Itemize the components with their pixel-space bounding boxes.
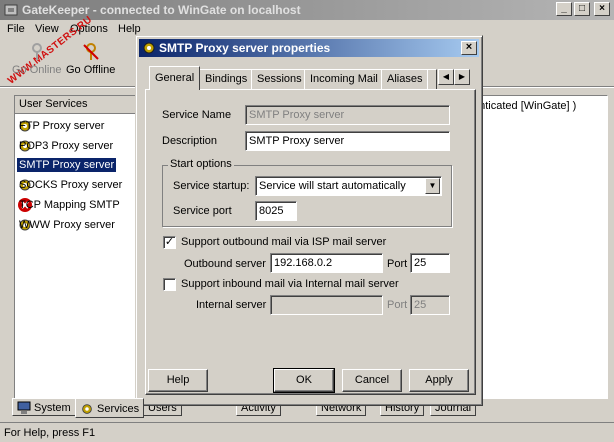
menu-view[interactable]: View bbox=[35, 23, 59, 35]
service-item-tcp-mapping[interactable]: TCP Mapping SMTP bbox=[17, 196, 120, 214]
go-offline-label: Go Offline bbox=[66, 64, 116, 76]
right-panel: enticated [WinGate] ) g bbox=[468, 95, 608, 399]
tab-services[interactable]: Services bbox=[75, 398, 145, 418]
dialog-title-bar[interactable]: SMTP Proxy server properties × bbox=[139, 39, 479, 57]
tab-scroll-right[interactable]: ▶ bbox=[454, 69, 470, 85]
apply-button[interactable]: Apply bbox=[409, 369, 469, 392]
user-services-panel[interactable]: User Services FTP Proxy server POP3 Prox… bbox=[14, 95, 142, 399]
service-startup-label: Service startup: bbox=[173, 180, 250, 192]
maximize-icon: □ bbox=[578, 3, 586, 14]
inbound-checkbox[interactable] bbox=[163, 278, 176, 291]
outbound-server-field[interactable]: 192.168.0.2 bbox=[270, 253, 383, 273]
ok-button[interactable]: OK bbox=[273, 368, 335, 393]
service-name-field: SMTP Proxy server bbox=[245, 105, 450, 125]
menu-help[interactable]: Help bbox=[118, 23, 141, 35]
service-item-smtp[interactable]: SMTP Proxy server bbox=[17, 156, 117, 174]
dropdown-arrow[interactable]: ▼ bbox=[425, 178, 440, 194]
service-item-ftp[interactable]: FTP Proxy server bbox=[17, 117, 104, 135]
checkmark-icon: ✓ bbox=[164, 236, 175, 248]
dialog-close-button[interactable]: × bbox=[461, 41, 477, 55]
smtp-properties-dialog: SMTP Proxy server properties × General B… bbox=[135, 35, 483, 406]
start-options-group bbox=[162, 165, 452, 227]
key-icon bbox=[31, 43, 42, 60]
tab-services-label: Services bbox=[97, 403, 140, 415]
help-button[interactable]: Help bbox=[148, 369, 208, 392]
tab-incoming-mail[interactable]: Incoming Mail bbox=[304, 69, 384, 89]
service-label: SMTP Proxy server bbox=[17, 158, 117, 172]
status-bar: For Help, press F1 bbox=[0, 422, 614, 442]
main-title-bar: GateKeeper - connected to WinGate on loc… bbox=[0, 0, 614, 20]
service-port-label: Service port bbox=[173, 205, 232, 217]
service-item-www[interactable]: WWW Proxy server bbox=[17, 216, 115, 234]
panel-header[interactable]: User Services bbox=[15, 96, 141, 114]
internal-server-label: Internal server bbox=[196, 299, 267, 311]
cancel-button[interactable]: Cancel bbox=[342, 369, 402, 392]
service-port-field[interactable]: 8025 bbox=[255, 201, 297, 221]
outbound-checkbox-label: Support outbound mail via ISP mail serve… bbox=[181, 236, 387, 248]
service-label: WWW Proxy server bbox=[19, 219, 115, 231]
minimize-icon: _ bbox=[561, 3, 567, 14]
outbound-port-field[interactable]: 25 bbox=[410, 253, 450, 273]
go-online-label: Go Online bbox=[12, 64, 62, 76]
minimize-button[interactable]: _ bbox=[556, 2, 572, 16]
service-item-pop3[interactable]: POP3 Proxy server bbox=[17, 137, 113, 155]
service-label: SOCKS Proxy server bbox=[19, 179, 123, 191]
menu-file[interactable]: File bbox=[7, 23, 25, 35]
tab-system[interactable]: System bbox=[12, 398, 76, 416]
gear-icon bbox=[82, 404, 92, 414]
outbound-server-label: Outbound server bbox=[184, 258, 266, 270]
outbound-checkbox[interactable]: ✓ bbox=[163, 236, 176, 249]
internal-port-label: Port bbox=[387, 299, 408, 311]
service-name-label: Service Name bbox=[162, 109, 232, 121]
outbound-port-label: Port bbox=[387, 258, 408, 270]
description-label: Description bbox=[162, 135, 218, 147]
tab-sessions[interactable]: Sessions bbox=[251, 69, 308, 89]
key-offline-icon bbox=[82, 43, 99, 60]
start-options-legend: Start options bbox=[168, 158, 234, 170]
tab-general[interactable]: General bbox=[149, 66, 201, 90]
tab-system-label: System bbox=[34, 402, 71, 414]
description-field[interactable]: SMTP Proxy server bbox=[245, 131, 450, 151]
status-text: For Help, press F1 bbox=[4, 427, 96, 439]
internal-port-field: 25 bbox=[410, 295, 450, 315]
gatekeeper-app-icon bbox=[4, 4, 18, 16]
tab-bindings[interactable]: Bindings bbox=[199, 69, 254, 89]
maximize-button[interactable]: □ bbox=[574, 2, 590, 16]
internal-server-field bbox=[270, 295, 383, 315]
service-label: FTP Proxy server bbox=[19, 120, 105, 132]
service-startup-value: Service will start automatically bbox=[259, 180, 406, 192]
right-panel-line-1: enticated [WinGate] ) bbox=[473, 100, 577, 112]
chevron-left-icon: ◀ bbox=[442, 72, 450, 81]
gear-icon bbox=[143, 42, 155, 54]
close-icon: × bbox=[599, 3, 605, 14]
tab-more[interactable] bbox=[427, 69, 437, 89]
service-item-socks[interactable]: SOCKS Proxy server bbox=[17, 176, 122, 194]
tab-scroll-left[interactable]: ◀ bbox=[438, 69, 454, 85]
service-label: POP3 Proxy server bbox=[19, 140, 114, 152]
service-label: TCP Mapping SMTP bbox=[19, 199, 120, 211]
inbound-checkbox-label: Support inbound mail via Internal mail s… bbox=[181, 278, 399, 290]
main-window-title: GateKeeper - connected to WinGate on loc… bbox=[22, 3, 301, 17]
tab-aliases[interactable]: Aliases bbox=[381, 69, 429, 89]
service-startup-select[interactable]: Service will start automatically ▼ bbox=[255, 176, 442, 196]
chevron-down-icon: ▼ bbox=[428, 181, 437, 190]
close-button[interactable]: × bbox=[594, 2, 610, 16]
go-offline-button[interactable]: Go Offline bbox=[66, 42, 115, 76]
chevron-right-icon: ▶ bbox=[458, 72, 466, 81]
dialog-title: SMTP Proxy server properties bbox=[159, 41, 331, 55]
close-icon: × bbox=[465, 41, 473, 53]
go-online-button[interactable]: Go Online bbox=[12, 42, 62, 76]
computer-icon bbox=[17, 401, 31, 414]
